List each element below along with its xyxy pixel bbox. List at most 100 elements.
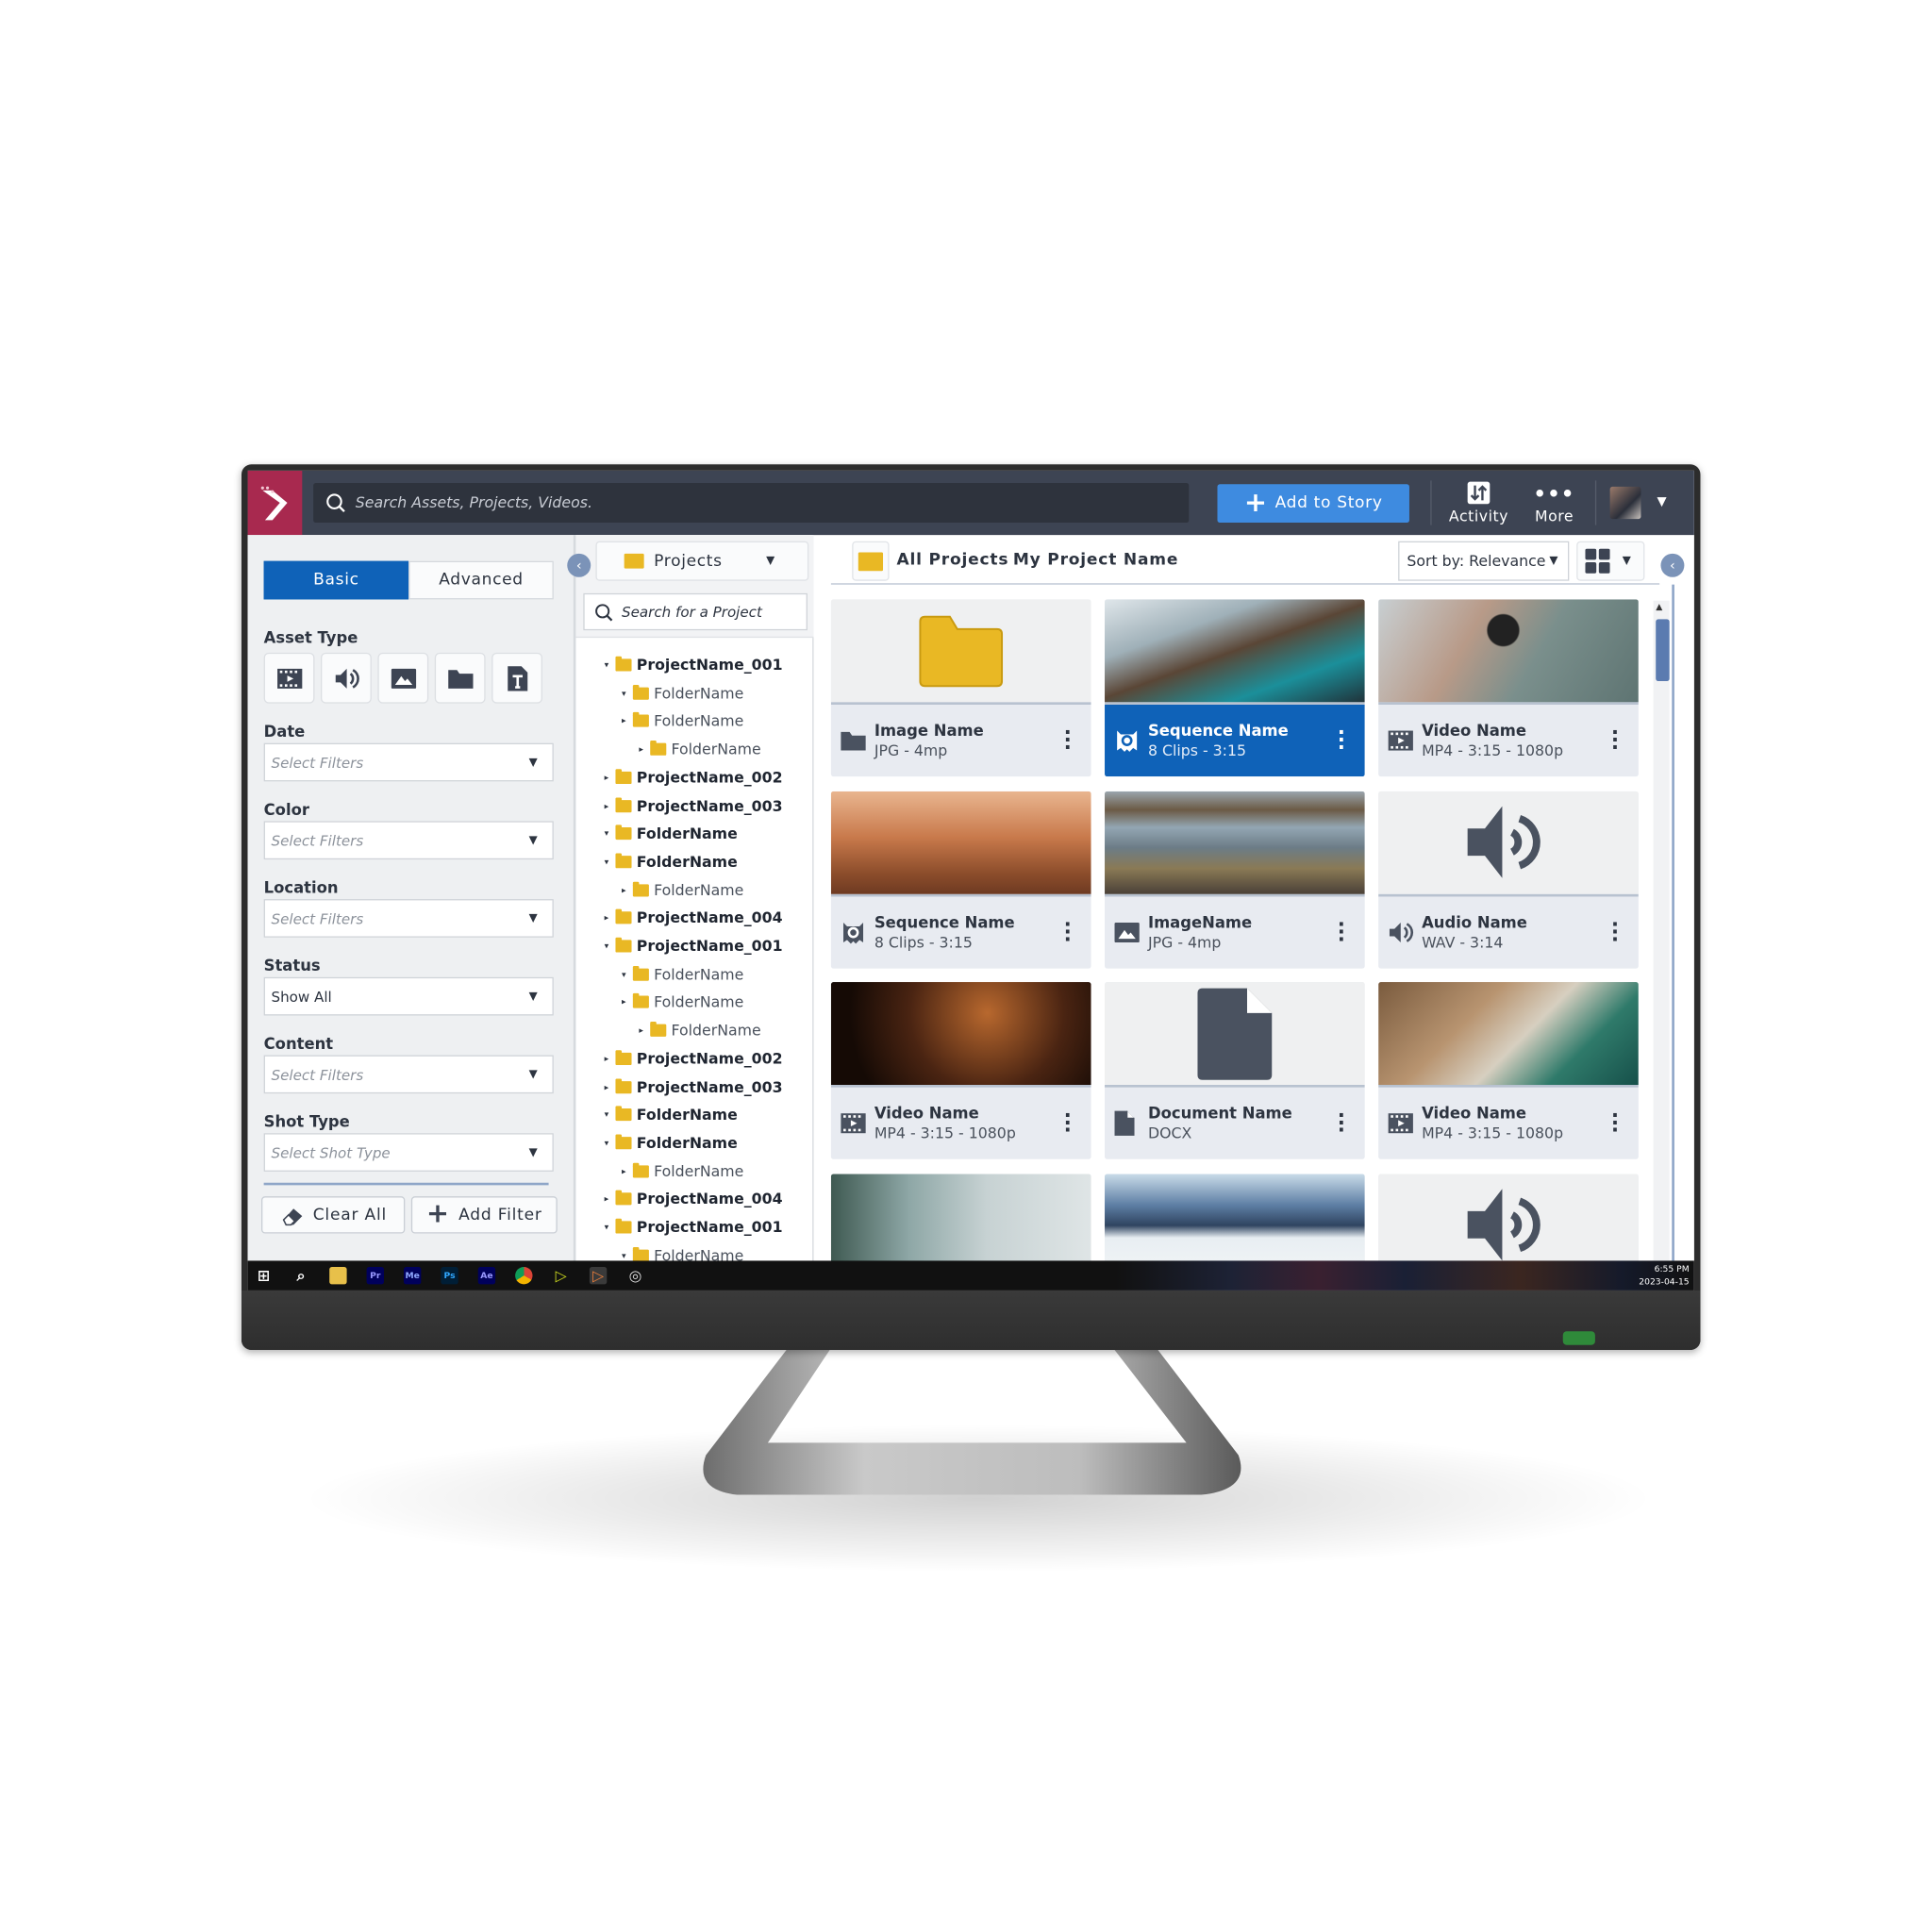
asset-card[interactable]: Video Name MP4 - 3:15 - 1080p · · · <box>1378 982 1639 1159</box>
asset-card[interactable]: Sequence Name 8 Clips - 3:15 · · · <box>830 791 1091 968</box>
asset-type-document-text-button[interactable] <box>491 652 543 704</box>
app-logo[interactable] <box>247 470 303 536</box>
breadcrumb-current-project[interactable]: My Project Name <box>1013 551 1178 570</box>
scrollbar-thumb[interactable] <box>1656 619 1670 682</box>
asset-card[interactable]: Sequence Name 8 Clips - 3:15 · · · <box>1105 599 1365 777</box>
kebab-menu-icon[interactable]: · · · <box>1338 723 1345 758</box>
global-search-input[interactable]: Search Assets, Projects, Videos. <box>313 482 1190 524</box>
search-icon[interactable]: ⌕ <box>292 1266 309 1284</box>
tree-item[interactable]: ▸ FolderName <box>639 1018 761 1042</box>
caret-down-icon[interactable]: ▾ <box>605 857 616 867</box>
caret-down-icon[interactable]: ▾ <box>622 970 633 980</box>
asset-card[interactable]: Image Name JPG - 4mp · · · <box>830 599 1091 777</box>
asset-card[interactable]: Audio Name WAV - 3:14 · · · <box>1378 791 1639 968</box>
active-app-icon[interactable]: ▷ <box>589 1266 608 1285</box>
windows-start-icon[interactable]: ⊞ <box>255 1267 272 1284</box>
tree-item[interactable]: ▾ ProjectName_001 <box>605 1215 783 1240</box>
location-select[interactable]: Select Filters ▼ <box>263 899 554 938</box>
tree-item[interactable]: ▸ FolderName <box>622 1158 743 1183</box>
asset-card[interactable]: Video Name MP4 - 3:15 - 1080p · · · <box>830 982 1091 1159</box>
project-search-input[interactable]: Search for a Project <box>583 592 808 631</box>
tree-item[interactable]: ▸ ProjectName_002 <box>605 1046 783 1071</box>
asset-type-image-button[interactable] <box>377 652 429 704</box>
tree-item[interactable]: ▾ FolderName <box>605 1103 738 1127</box>
caret-down-icon[interactable]: ▾ <box>605 660 616 671</box>
premiere-icon[interactable]: Pr <box>366 1266 384 1285</box>
user-avatar[interactable] <box>1609 486 1641 520</box>
caret-right-icon[interactable]: ▸ <box>622 997 633 1008</box>
tree-item[interactable]: ▸ ProjectName_003 <box>605 793 783 818</box>
breadcrumb-folder-button[interactable] <box>852 541 890 581</box>
tree-item[interactable]: ▾ ProjectName_001 <box>605 934 783 958</box>
tree-item[interactable]: ▾ FolderName <box>605 822 738 846</box>
projects-dropdown[interactable]: Projects ▼ <box>595 541 809 581</box>
breadcrumb-all-projects[interactable]: All Projects <box>896 551 1008 570</box>
caret-right-icon[interactable]: ▸ <box>639 1025 650 1036</box>
tree-item[interactable]: ▾ FolderName <box>622 681 743 706</box>
caret-down-icon[interactable]: ▾ <box>605 1110 616 1121</box>
app-icon[interactable]: ▷ <box>553 1267 570 1284</box>
photoshop-icon[interactable]: Ps <box>441 1266 458 1285</box>
caret-right-icon[interactable]: ▸ <box>605 1082 616 1092</box>
add-to-story-button[interactable]: + Add to Story <box>1217 484 1409 524</box>
caret-right-icon[interactable]: ▸ <box>622 716 633 726</box>
clear-all-button[interactable]: Clear All <box>261 1196 406 1234</box>
caret-right-icon[interactable]: ▸ <box>622 1166 633 1176</box>
caret-right-icon[interactable]: ▸ <box>605 913 616 924</box>
add-filter-button[interactable]: + Add Filter <box>410 1196 558 1234</box>
caret-right-icon[interactable]: ▸ <box>639 744 650 755</box>
tree-item[interactable]: ▸ ProjectName_002 <box>605 765 783 790</box>
activity-button[interactable]: Activity <box>1444 478 1514 525</box>
more-button[interactable]: ••• More <box>1520 478 1590 525</box>
caret-right-icon[interactable]: ▸ <box>605 1194 616 1205</box>
caret-right-icon[interactable]: ▸ <box>622 885 633 895</box>
tree-item[interactable]: ▸ FolderName <box>622 990 743 1014</box>
asset-type-audio-button[interactable] <box>321 652 372 704</box>
kebab-menu-icon[interactable]: · · · <box>1064 914 1072 949</box>
caret-right-icon[interactable]: ▸ <box>605 801 616 811</box>
kebab-menu-icon[interactable]: · · · <box>1338 914 1345 949</box>
caret-down-icon[interactable]: ▾ <box>605 1138 616 1148</box>
caret-right-icon[interactable]: ▸ <box>605 1054 616 1064</box>
tree-item[interactable]: ▾ ProjectName_001 <box>605 653 783 677</box>
kebab-menu-icon[interactable]: · · · <box>1064 723 1072 758</box>
caret-down-icon[interactable]: ▾ <box>622 689 633 699</box>
tree-item[interactable]: ▾ FolderName <box>605 1130 738 1155</box>
tree-item[interactable]: ▸ ProjectName_003 <box>605 1074 783 1099</box>
asset-type-folder-button[interactable] <box>434 652 486 704</box>
obs-icon[interactable]: ◎ <box>626 1267 643 1284</box>
taskbar-clock[interactable]: 6:55 PM 2023-04-15 <box>1639 1263 1689 1288</box>
caret-down-icon[interactable]: ▾ <box>605 1223 616 1233</box>
chrome-icon[interactable] <box>515 1266 533 1285</box>
sort-dropdown[interactable]: Sort by: Relevance ▼ <box>1398 541 1570 581</box>
shot-type-select[interactable]: Select Shot Type ▼ <box>263 1133 554 1172</box>
caret-down-icon[interactable]: ▾ <box>622 1251 633 1261</box>
kebab-menu-icon[interactable]: · · · <box>1611 723 1619 758</box>
tree-item[interactable]: ▾ FolderName <box>622 962 743 987</box>
caret-down-icon[interactable]: ▾ <box>605 941 616 952</box>
view-toggle[interactable]: ▼ <box>1576 541 1645 581</box>
kebab-menu-icon[interactable]: · · · <box>1611 914 1619 949</box>
tree-item[interactable]: ▾ FolderName <box>605 849 738 874</box>
file-explorer-icon[interactable] <box>329 1266 347 1285</box>
tree-item[interactable]: ▸ FolderName <box>639 737 760 761</box>
color-select[interactable]: Select Filters ▼ <box>263 821 554 860</box>
tree-item[interactable]: ▸ FolderName <box>622 708 743 733</box>
asset-card[interactable]: Document Name DOCX · · · <box>1105 982 1365 1159</box>
after-effects-icon[interactable]: Ae <box>477 1266 496 1285</box>
date-select[interactable]: Select Filters ▼ <box>263 742 554 782</box>
tree-item[interactable]: ▸ ProjectName_004 <box>605 1187 783 1211</box>
asset-type-video-button[interactable] <box>263 652 315 704</box>
collapse-left-panel-button[interactable]: ‹ <box>567 553 591 577</box>
asset-card[interactable]: ImageName JPG - 4mp · · · <box>1105 791 1365 968</box>
media-encoder-icon[interactable]: Me <box>403 1266 422 1285</box>
scroll-up-icon[interactable]: ▲ <box>1656 602 1662 612</box>
kebab-menu-icon[interactable]: · · · <box>1064 1106 1072 1141</box>
caret-down-icon[interactable]: ▾ <box>605 829 616 840</box>
content-select[interactable]: Select Filters ▼ <box>263 1055 554 1094</box>
asset-card[interactable]: Video Name MP4 - 3:15 - 1080p · · · <box>1378 599 1639 777</box>
tab-advanced[interactable]: Advanced <box>408 560 554 600</box>
tree-item[interactable]: ▸ ProjectName_004 <box>605 906 783 930</box>
scrollbar[interactable]: ▲ <box>1653 600 1670 1261</box>
kebab-menu-icon[interactable]: · · · <box>1611 1106 1619 1141</box>
